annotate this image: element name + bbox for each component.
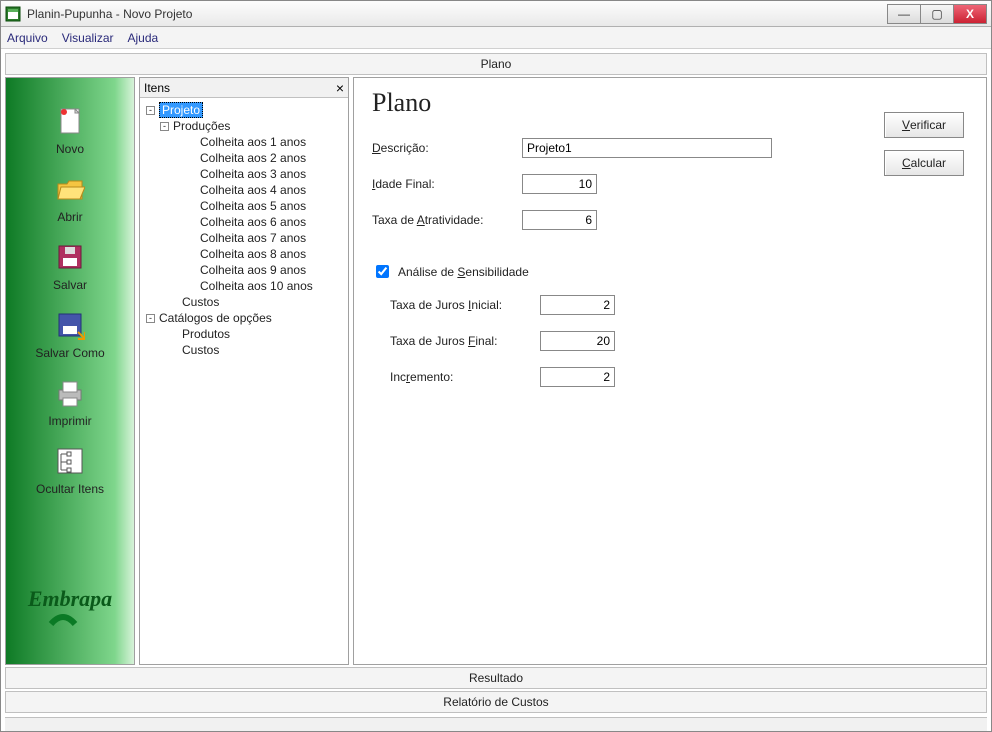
sidebar-item-abrir[interactable]: Abrir <box>53 172 87 224</box>
tree-node-produtos[interactable]: Produtos <box>142 326 346 342</box>
label-juros-inicial: Taxa de Juros Inicial: <box>390 298 540 312</box>
open-icon <box>53 172 87 206</box>
form-title: Plano <box>372 88 968 118</box>
sidebar-label-abrir: Abrir <box>57 210 82 224</box>
checkbox-analise[interactable] <box>376 265 389 278</box>
tree-node-colheita-3[interactable]: Colheita aos 3 anos <box>142 166 346 182</box>
status-strip <box>5 717 987 731</box>
input-idade[interactable] <box>522 174 597 194</box>
menubar: Arquivo Visualizar Ajuda <box>1 27 991 49</box>
sidebar-label-imprimir: Imprimir <box>48 414 91 428</box>
titlebar: Planin-Pupunha - Novo Projeto — ▢ X <box>1 1 991 27</box>
sidebar-item-salvarcomo[interactable]: Salvar Como <box>35 308 104 360</box>
tree-panel: Itens × -Projeto -Produções Colheita aos… <box>139 77 349 665</box>
tree-node-producoes[interactable]: -Produções <box>142 118 346 134</box>
sidebar: Novo Abrir Salvar Salvar Como <box>5 77 135 665</box>
tree-node-colheita-5[interactable]: Colheita aos 5 anos <box>142 198 346 214</box>
tree-node-colheita-1[interactable]: Colheita aos 1 anos <box>142 134 346 150</box>
tree-node-colheita-9[interactable]: Colheita aos 9 anos <box>142 262 346 278</box>
input-juros-final[interactable] <box>540 331 615 351</box>
tree-node-colheita-7[interactable]: Colheita aos 7 anos <box>142 230 346 246</box>
input-incremento[interactable] <box>540 367 615 387</box>
label-atratividade: Taxa de Atratividade: <box>372 213 522 227</box>
tree-close-button[interactable]: × <box>336 80 344 96</box>
minimize-button[interactable]: — <box>887 4 921 24</box>
form-panel: Plano Descrição: Idade Final: Taxa de At… <box>353 77 987 665</box>
verificar-button[interactable]: Verificar <box>884 112 964 138</box>
app-icon <box>5 6 21 22</box>
save-icon <box>53 240 87 274</box>
tree-node-custos[interactable]: Custos <box>142 294 346 310</box>
sidebar-item-salvar[interactable]: Salvar <box>53 240 87 292</box>
label-juros-final: Taxa de Juros Final: <box>390 334 540 348</box>
window-title: Planin-Pupunha - Novo Projeto <box>27 7 888 21</box>
sidebar-label-salvar: Salvar <box>53 278 87 292</box>
label-incremento: Incremento: <box>390 370 540 384</box>
tree-node-colheita-6[interactable]: Colheita aos 6 anos <box>142 214 346 230</box>
menu-arquivo[interactable]: Arquivo <box>7 31 48 45</box>
tree-header-title: Itens <box>144 81 170 95</box>
label-idade: Idade Final: <box>372 177 522 191</box>
top-tab-plano[interactable]: Plano <box>5 53 987 75</box>
sidebar-label-ocultar: Ocultar Itens <box>36 482 104 496</box>
maximize-button[interactable]: ▢ <box>920 4 954 24</box>
tree-node-catalogos[interactable]: -Catálogos de opções <box>142 310 346 326</box>
tree-node-colheita-8[interactable]: Colheita aos 8 anos <box>142 246 346 262</box>
input-atratividade[interactable] <box>522 210 597 230</box>
menu-ajuda[interactable]: Ajuda <box>128 31 159 45</box>
tab-resultado[interactable]: Resultado <box>5 667 987 689</box>
tree-node-custos2[interactable]: Custos <box>142 342 346 358</box>
tree-body[interactable]: -Projeto -Produções Colheita aos 1 anos … <box>140 98 348 664</box>
close-button[interactable]: X <box>953 4 987 24</box>
sidebar-label-novo: Novo <box>56 142 84 156</box>
sidebar-label-salvarcomo: Salvar Como <box>35 346 104 360</box>
input-juros-inicial[interactable] <box>540 295 615 315</box>
calcular-button[interactable]: Calcular <box>884 150 964 176</box>
sidebar-item-imprimir[interactable]: Imprimir <box>48 376 91 428</box>
brand-logo: Embrapa <box>28 586 112 626</box>
tree-node-colheita-4[interactable]: Colheita aos 4 anos <box>142 182 346 198</box>
tree-node-projeto[interactable]: -Projeto <box>142 102 346 118</box>
new-icon <box>53 104 87 138</box>
menu-visualizar[interactable]: Visualizar <box>62 31 114 45</box>
label-analise: Análise de Sensibilidade <box>398 265 529 279</box>
hide-tree-icon <box>53 444 87 478</box>
top-tab-label: Plano <box>481 57 512 71</box>
tree-node-colheita-2[interactable]: Colheita aos 2 anos <box>142 150 346 166</box>
input-descricao[interactable] <box>522 138 772 158</box>
tree-node-colheita-10[interactable]: Colheita aos 10 anos <box>142 278 346 294</box>
sidebar-item-novo[interactable]: Novo <box>53 104 87 156</box>
label-descricao: Descrição: <box>372 141 522 155</box>
tab-relatorio-custos[interactable]: Relatório de Custos <box>5 691 987 713</box>
print-icon <box>53 376 87 410</box>
saveas-icon <box>53 308 87 342</box>
sidebar-item-ocultar[interactable]: Ocultar Itens <box>36 444 104 496</box>
